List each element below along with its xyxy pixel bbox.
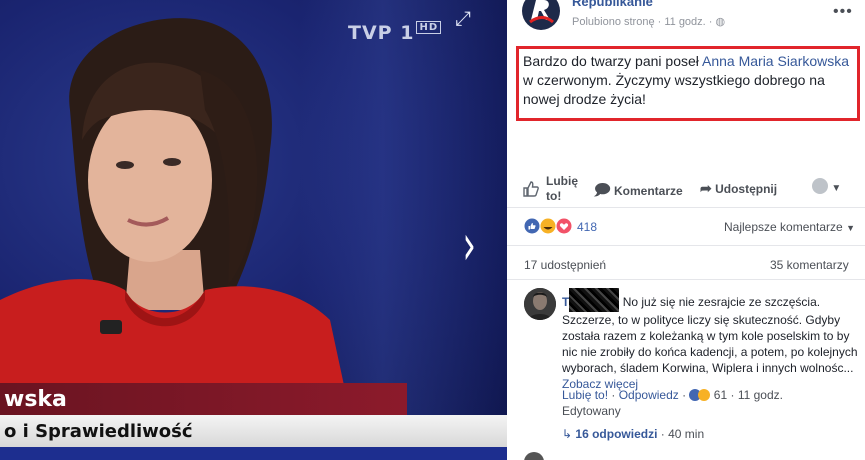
- sort-label: Najlepsze komentarze: [724, 220, 843, 234]
- comment-reaction-count: 61: [713, 388, 728, 402]
- commenter-avatar[interactable]: [524, 288, 556, 320]
- post-text-end: w czerwonym. Życzymy wszystkiego dobrego…: [523, 72, 825, 107]
- haha-reaction-icon: [540, 218, 556, 234]
- post-panel: Republikanie Polubiono stronę · 11 godz.…: [507, 0, 865, 460]
- globe-icon: ◍: [715, 16, 726, 28]
- view-replies[interactable]: ↳ 16 odpowiedzi · 40 min: [562, 427, 704, 441]
- shares-count[interactable]: 17 udostępnień: [524, 258, 606, 272]
- comment-actions: Lubię to! · Odpowiedz · 61 · 11 godz. Ed…: [562, 388, 783, 418]
- post-text-start: Bardzo do twarzy pani poseł: [523, 53, 702, 69]
- comment-author[interactable]: T: [562, 288, 620, 312]
- mention-link[interactable]: Anna Maria Siarkowska: [702, 53, 849, 69]
- comment-reactions[interactable]: 61: [689, 388, 730, 402]
- expand-icon[interactable]: ⤢: [455, 8, 471, 31]
- reaction-icons[interactable]: [524, 218, 576, 239]
- comment-label: Komentarze: [614, 184, 683, 198]
- caption-name: wska: [4, 387, 67, 412]
- tvp-logo: TVP 1 HD: [348, 21, 442, 44]
- post-time[interactable]: 11 godz.: [664, 16, 705, 28]
- divider: [507, 245, 865, 246]
- reply-arrow-icon: ↳: [562, 427, 573, 441]
- post-actions: Lubię to! 🗩 Komentarze ➦ Udostępnij ▼: [522, 172, 857, 204]
- share-icon: ➦: [700, 180, 712, 196]
- page-name[interactable]: Republikanie: [572, 0, 653, 9]
- replies-link: 16 odpowiedzi: [575, 427, 658, 441]
- haha-reaction-icon: [698, 389, 711, 401]
- edited-label[interactable]: Edytowany: [562, 404, 621, 418]
- post-photo[interactable]: TVP 1 HD ⤢ › wska o i Sprawiedliwość: [0, 0, 507, 460]
- reactions-icon-group: [524, 218, 572, 234]
- comment-icon: 🗩: [594, 182, 611, 199]
- channel-name: TVP: [348, 22, 393, 44]
- comment-time[interactable]: 11 godz.: [738, 388, 783, 402]
- divider: [507, 207, 865, 208]
- channel-number: 1: [400, 22, 415, 44]
- caret-down-icon: ▼: [846, 223, 855, 233]
- share-button[interactable]: ➦ Udostępnij: [700, 180, 777, 197]
- author-initial: T: [562, 295, 570, 309]
- caption-party-bar: o i Sprawiedliwość: [0, 415, 507, 447]
- like-label: Lubię to!: [546, 174, 578, 203]
- caption-bottom-bar: [0, 447, 507, 460]
- next-comment-partial: [524, 452, 864, 460]
- liked-page-text: Polubiono stronę: [572, 16, 655, 28]
- comment-button[interactable]: 🗩 Komentarze: [594, 180, 683, 205]
- redacted-name: [569, 288, 620, 312]
- hd-badge: HD: [416, 21, 442, 34]
- share-label: Udostępnij: [715, 182, 778, 196]
- replies-time: 40 min: [668, 427, 705, 441]
- comment-like-link[interactable]: Lubię to!: [562, 388, 608, 402]
- caption-name-bar: wska: [0, 383, 407, 415]
- post-text: Bardzo do twarzy pani poseł Anna Maria S…: [523, 52, 859, 109]
- post-meta: Polubiono stronę · 11 godz. · ◍: [572, 16, 726, 28]
- audience-selector[interactable]: ▼: [812, 178, 841, 194]
- more-options-icon[interactable]: •••: [833, 3, 853, 21]
- caption-party: o i Sprawiedliwość: [4, 421, 193, 442]
- comment-reply-link[interactable]: Odpowiedz: [619, 388, 679, 402]
- page-avatar[interactable]: [522, 0, 560, 30]
- next-commenter-avatar: [524, 452, 544, 460]
- next-arrow-icon[interactable]: ›: [462, 218, 475, 274]
- comment-body: T No już się nie zesrajcie ze szczęścia.…: [562, 288, 862, 392]
- reactions-count[interactable]: 418: [577, 220, 597, 234]
- comments-count[interactable]: 35 komentarzy: [770, 258, 849, 272]
- comment-sort-dropdown[interactable]: Najlepsze komentarze ▼: [724, 220, 855, 234]
- republikanie-logo-icon: [529, 0, 554, 24]
- profile-icon: [812, 178, 828, 194]
- caret-down-icon: ▼: [831, 183, 842, 194]
- person-icon: [524, 288, 556, 320]
- divider: [507, 279, 865, 280]
- thumbs-up-icon: [523, 181, 539, 197]
